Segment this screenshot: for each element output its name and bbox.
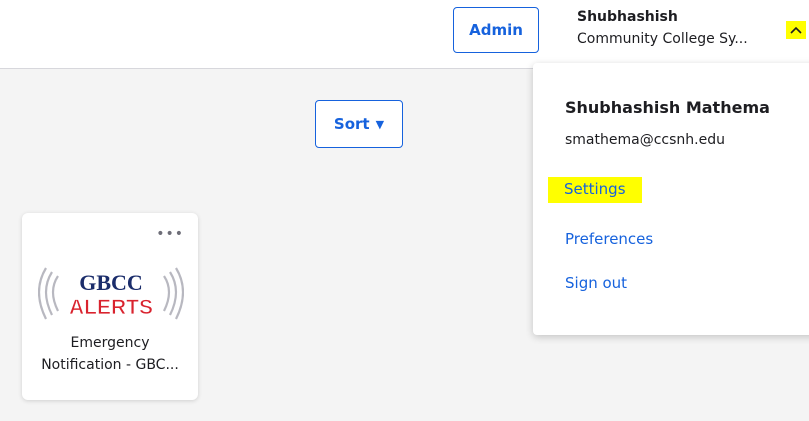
user-dropdown-menu: Shubhashish Mathema smathema@ccsnh.edu S… (533, 63, 809, 335)
preferences-link[interactable]: Preferences (565, 230, 653, 248)
admin-button[interactable]: Admin (453, 7, 539, 53)
more-options-icon[interactable]: ••• (156, 227, 184, 241)
user-menu-toggle-button[interactable] (786, 21, 806, 39)
app-label-line1: Emergency (70, 335, 150, 351)
caret-down-icon: ▼ (375, 117, 385, 131)
logo-text-bottom: ALERTS (69, 296, 153, 319)
gbcc-alerts-logo: GBCC ALERTS (38, 267, 184, 320)
sign-out-link[interactable]: Sign out (565, 274, 627, 292)
sort-button[interactable]: Sort ▼ (315, 100, 403, 148)
chevron-up-icon (790, 26, 802, 34)
dropdown-user-email: smathema@ccsnh.edu (565, 132, 725, 148)
user-menu-trigger[interactable]: Shubhashish Community College Sy... (577, 8, 777, 49)
top-bar: Admin Shubhashish Community College Sy..… (0, 0, 809, 69)
app-label-line2: Notification - GBC... (41, 357, 179, 373)
app-label: Emergency Notification - GBC... (22, 332, 198, 376)
settings-link[interactable]: Settings (548, 177, 642, 203)
sort-label: Sort (333, 115, 370, 133)
logo-text-top: GBCC (79, 270, 143, 295)
app-tile[interactable]: ••• GBCC ALERTS Emergency Notification -… (22, 213, 198, 400)
dropdown-user-full-name: Shubhashish Mathema (565, 98, 770, 117)
user-org: Community College Sy... (577, 31, 748, 47)
user-name: Shubhashish (577, 9, 678, 25)
